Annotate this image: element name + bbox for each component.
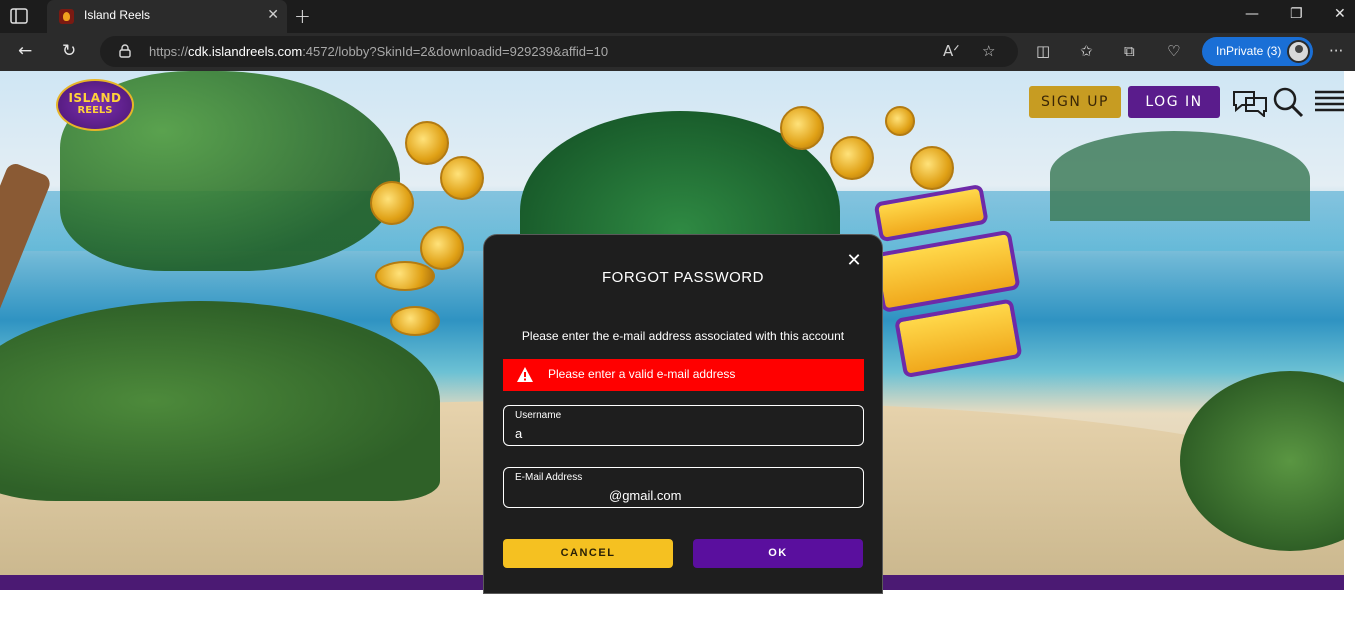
split-screen-icon[interactable]: ◫ xyxy=(1036,42,1050,60)
ok-button[interactable]: OK xyxy=(693,539,863,568)
gold-coin-icon xyxy=(370,181,414,225)
url-path: :4572/lobby?SkinId=2&downloadid=929239&a… xyxy=(302,44,609,59)
warning-icon xyxy=(517,367,533,382)
tab-close-icon[interactable]: ✕ xyxy=(267,7,279,23)
username-label: Username xyxy=(515,410,562,421)
foliage-left xyxy=(0,301,440,501)
favorite-star-icon[interactable]: ☆ xyxy=(982,42,995,60)
chat-icon[interactable] xyxy=(1232,89,1268,117)
more-options-icon[interactable]: ··· xyxy=(1329,42,1343,60)
email-label: E-Mail Address xyxy=(515,472,583,483)
close-window-button[interactable]: ✕ xyxy=(1334,6,1346,22)
sign-up-button[interactable]: SIGN UP xyxy=(1029,86,1121,118)
logo-line-2: REELS xyxy=(77,105,113,116)
username-value[interactable]: a xyxy=(515,426,522,441)
browser-toolbar: ← ↻ https://cdk.islandreels.com:4572/lob… xyxy=(0,33,1355,71)
url-text[interactable]: https://cdk.islandreels.com:4572/lobby?S… xyxy=(149,44,608,59)
close-icon[interactable]: ✕ xyxy=(844,251,864,271)
collections-icon[interactable]: ⧉ xyxy=(1124,42,1135,60)
gold-coin-icon xyxy=(390,306,440,336)
cancel-button[interactable]: CANCEL xyxy=(503,539,673,568)
browser-essentials-icon[interactable]: ♡ xyxy=(1167,42,1180,60)
gold-coin-icon xyxy=(420,226,464,270)
gold-coin-icon xyxy=(885,106,915,136)
distant-island xyxy=(1050,131,1310,221)
refresh-icon[interactable]: ↻ xyxy=(62,41,76,61)
redacted-area xyxy=(534,424,624,438)
inprivate-button[interactable]: InPrivate (3) xyxy=(1202,37,1313,66)
gold-coin-icon xyxy=(440,156,484,200)
url-host: cdk.islandreels.com xyxy=(188,44,303,59)
gold-coin-icon xyxy=(375,261,435,291)
error-message: Please enter a valid e-mail address xyxy=(548,367,736,381)
browser-tab[interactable]: Island Reels ✕ xyxy=(47,0,287,33)
back-arrow-icon[interactable]: ← xyxy=(18,41,32,61)
lock-icon[interactable] xyxy=(119,44,131,58)
forgot-password-modal: FORGOT PASSWORD ✕ Please enter the e-mai… xyxy=(483,234,883,594)
gold-coin-icon xyxy=(405,121,449,165)
inprivate-label: InPrivate (3) xyxy=(1216,44,1282,58)
gold-coin-icon xyxy=(910,146,954,190)
promo-block xyxy=(894,298,1023,379)
island-reels-logo[interactable]: ISLAND REELS xyxy=(56,79,134,131)
favorites-icon[interactable]: ✩ xyxy=(1080,42,1093,60)
gold-coin-icon xyxy=(830,136,874,180)
modal-description: Please enter the e-mail address associat… xyxy=(521,329,845,343)
gold-coin-icon xyxy=(780,106,824,150)
address-bar[interactable]: https://cdk.islandreels.com:4572/lobby?S… xyxy=(100,36,1018,67)
browser-tab-bar: Island Reels ✕ + — ❐ ✕ xyxy=(0,0,1355,33)
read-aloud-icon[interactable]: Aᐟ xyxy=(943,42,960,60)
email-value[interactable]: @gmail.com xyxy=(609,488,681,503)
minimize-button[interactable]: — xyxy=(1245,6,1259,22)
modal-title: FORGOT PASSWORD xyxy=(602,269,764,286)
profile-avatar xyxy=(1287,40,1310,63)
logo-line-1: ISLAND xyxy=(68,91,122,105)
log-in-button[interactable]: LOG IN xyxy=(1128,86,1220,118)
page-gutter xyxy=(1344,71,1355,617)
search-icon[interactable] xyxy=(1272,86,1304,118)
hamburger-menu-icon[interactable] xyxy=(1314,89,1344,113)
tab-actions-icon[interactable] xyxy=(10,8,28,24)
tab-title: Island Reels xyxy=(84,8,151,22)
maximize-button[interactable]: ❐ xyxy=(1290,6,1303,22)
error-alert: Please enter a valid e-mail address xyxy=(503,359,864,391)
new-tab-button[interactable]: + xyxy=(294,4,311,28)
url-prefix: https:// xyxy=(149,44,189,59)
email-field[interactable]: E-Mail Address @gmail.com xyxy=(503,467,864,508)
username-field[interactable]: Username a xyxy=(503,405,864,446)
island-reels-favicon-icon xyxy=(59,9,74,24)
